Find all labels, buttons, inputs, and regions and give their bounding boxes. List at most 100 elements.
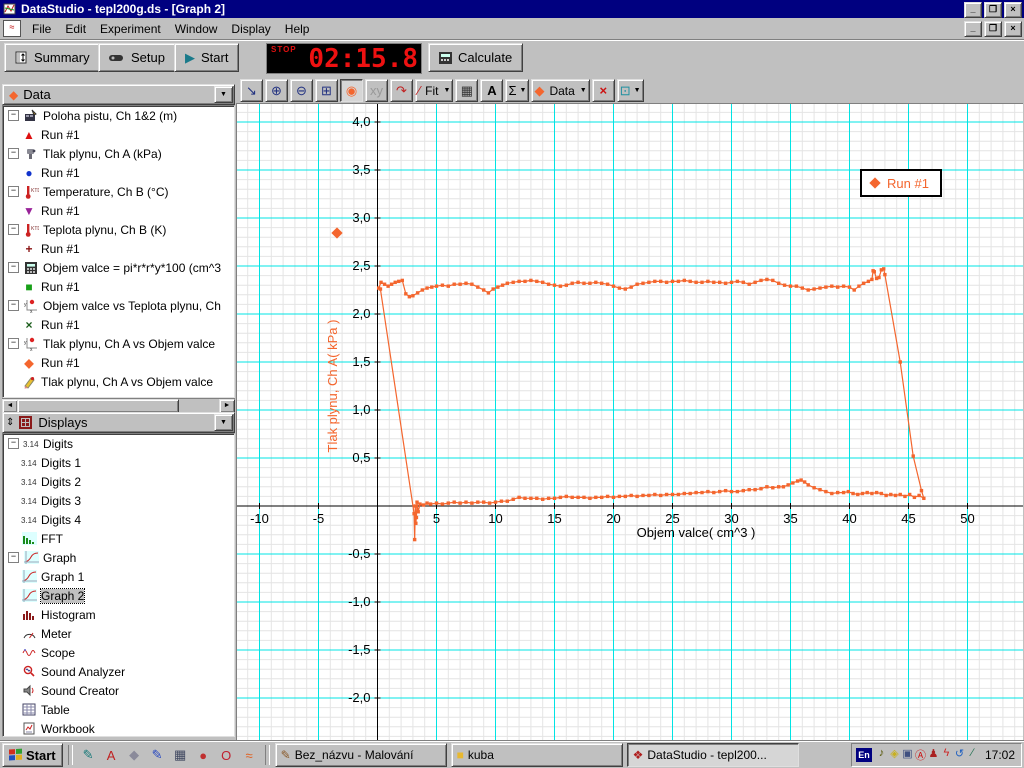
pen-tray-icon[interactable]: ∕ bbox=[966, 747, 979, 763]
tree-item[interactable]: Graph 1 bbox=[3, 567, 234, 586]
tree-item[interactable]: + Run #1 bbox=[3, 239, 234, 258]
tree-item[interactable]: 3.14 Digits 1 bbox=[3, 453, 234, 472]
scroll-left-icon[interactable]: ◄ bbox=[2, 399, 18, 413]
tree-item[interactable]: − KTD Temperature, Ch B (°C) bbox=[3, 182, 234, 201]
collapse-icon[interactable]: − bbox=[8, 300, 19, 311]
minimize-button[interactable]: _ bbox=[964, 2, 982, 18]
displays-panel-header[interactable]: ⇕ Displays ▼ bbox=[2, 412, 235, 433]
acrobat-icon[interactable]: A bbox=[101, 745, 122, 765]
tree-item[interactable]: Scope bbox=[3, 643, 234, 662]
slope-tool-icon[interactable]: xy bbox=[365, 79, 388, 102]
scheduler-icon[interactable]: ▣ bbox=[901, 747, 914, 763]
chart-canvas[interactable]: -10 -5 5 10 15 20 25 30 35 40 45 50 4,0 3,5 3,0 2,5 2,0 1… bbox=[237, 104, 1023, 741]
zoom-out-icon[interactable]: ⊖ bbox=[290, 79, 313, 102]
diamond-icon[interactable]: ◈ bbox=[888, 747, 901, 763]
graph-settings-icon[interactable]: ⊡ ▼ bbox=[616, 79, 644, 102]
scroll-thumb[interactable] bbox=[17, 399, 179, 413]
child-window-icon[interactable]: ≈ bbox=[3, 20, 21, 37]
ati-icon[interactable]: Ⓐ bbox=[914, 747, 927, 763]
collapse-icon[interactable]: − bbox=[8, 262, 19, 273]
tree-item[interactable]: ▲ Run #1 bbox=[3, 125, 234, 144]
collapse-icon[interactable]: − bbox=[8, 186, 19, 197]
zoom-select-icon[interactable]: ⊞ bbox=[315, 79, 338, 102]
tree-item[interactable]: ■ Run #1 bbox=[3, 277, 234, 296]
data-tree-hscrollbar[interactable]: ◄ ► bbox=[2, 398, 235, 413]
tree-item[interactable]: Tlak plynu, Ch A vs Objem valce bbox=[3, 372, 234, 391]
fit-curve-icon[interactable]: ↷ bbox=[390, 79, 413, 102]
tree-item[interactable]: × Run #1 bbox=[3, 315, 234, 334]
tree-item[interactable]: ● Run #1 bbox=[3, 163, 234, 182]
pen-icon[interactable]: ✎ bbox=[147, 745, 168, 765]
tree-item[interactable]: − Poloha pistu, Ch 1&2 (m) bbox=[3, 106, 234, 125]
setup-button[interactable]: Setup bbox=[98, 43, 176, 72]
child-restore-button[interactable]: ❐ bbox=[984, 21, 1002, 37]
menu-edit[interactable]: Edit bbox=[58, 20, 93, 38]
tree-item[interactable]: ▼ Run #1 bbox=[3, 201, 234, 220]
tree-item[interactable]: Workbook bbox=[3, 719, 234, 736]
statistics-icon[interactable]: Σ ▼ bbox=[505, 79, 530, 102]
start-button[interactable]: ▶ Start bbox=[174, 43, 240, 72]
summary-button[interactable]: Summary bbox=[4, 43, 101, 72]
folder-task[interactable]: ■ kuba bbox=[450, 743, 623, 767]
power-icon[interactable]: ϟ bbox=[940, 747, 953, 763]
scale-to-fit-icon[interactable]: ↘ bbox=[240, 79, 263, 102]
tree-item[interactable]: ◆ Run #1 bbox=[3, 353, 234, 372]
menu-window[interactable]: Window bbox=[168, 20, 225, 38]
tree-item[interactable]: 3.14 Digits 4 bbox=[3, 510, 234, 529]
chevron-down-icon[interactable]: ▼ bbox=[580, 87, 587, 94]
tree-item[interactable]: − y x Objem valce vs Teplota plynu, Ch bbox=[3, 296, 234, 315]
tree-item[interactable]: Table bbox=[3, 700, 234, 719]
calculator-icon[interactable]: ▦ bbox=[455, 79, 479, 102]
calculate-button[interactable]: Calculate bbox=[428, 43, 524, 72]
smart-tool-icon[interactable]: ◉ bbox=[340, 79, 363, 102]
collapse-icon[interactable]: − bbox=[8, 438, 19, 449]
opera-icon[interactable]: O bbox=[216, 745, 237, 765]
tree-item[interactable]: 3.14 Digits 2 bbox=[3, 472, 234, 491]
volume-icon[interactable]: ♪ bbox=[875, 747, 888, 763]
close-button[interactable]: × bbox=[1004, 2, 1022, 18]
scroll-right-icon[interactable]: ► bbox=[219, 399, 235, 413]
dragon-icon[interactable]: ● bbox=[193, 745, 214, 765]
tree-item[interactable]: − Tlak plynu, Ch A (kPa) bbox=[3, 144, 234, 163]
menu-help[interactable]: Help bbox=[278, 20, 317, 38]
pane-splitter-icon[interactable]: ⇕ bbox=[6, 417, 14, 428]
collapse-icon[interactable]: − bbox=[8, 224, 19, 235]
child-close-button[interactable]: × bbox=[1004, 21, 1022, 37]
text-tool-icon[interactable]: A bbox=[480, 79, 504, 102]
bird-icon[interactable]: ◆ bbox=[124, 745, 145, 765]
chevron-down-icon[interactable]: ▼ bbox=[634, 87, 641, 94]
calculator-icon[interactable]: ▦ bbox=[170, 745, 191, 765]
tree-item[interactable]: − Graph bbox=[3, 548, 234, 567]
keyboard-layout-badge[interactable]: En bbox=[855, 748, 872, 762]
tree-item[interactable]: 3.14 Digits 3 bbox=[3, 491, 234, 510]
tree-item[interactable]: Graph 2 bbox=[3, 586, 234, 605]
delete-icon[interactable]: × bbox=[591, 79, 615, 102]
tree-item[interactable]: − y x Tlak plynu, Ch A vs Objem valce bbox=[3, 334, 234, 353]
paint-task[interactable]: ✎ Bez_názvu - Malování bbox=[274, 743, 447, 767]
collapse-icon[interactable]: − bbox=[8, 338, 19, 349]
tree-item[interactable]: − Objem valce = pi*r*r*y*100 (cm^3 bbox=[3, 258, 234, 277]
chevron-down-icon[interactable]: ▼ bbox=[444, 87, 451, 94]
menu-file[interactable]: File bbox=[25, 20, 58, 38]
datastudio-task[interactable]: ❖ DataStudio - tepl200... bbox=[626, 743, 799, 767]
data-menu[interactable]: ◆ Data ▼ bbox=[531, 79, 590, 102]
tree-item[interactable]: Sound Creator bbox=[3, 681, 234, 700]
start-menu-button[interactable]: Start bbox=[2, 743, 63, 767]
tree-item[interactable]: − KTD Teplota plynu, Ch B (K) bbox=[3, 220, 234, 239]
tree-item[interactable]: Histogram bbox=[3, 605, 234, 624]
chevron-down-icon[interactable]: ▼ bbox=[520, 87, 527, 94]
tree-item[interactable]: Sound Analyzer bbox=[3, 662, 234, 681]
tree-item[interactable]: −3.14 Digits bbox=[3, 434, 234, 453]
menu-display[interactable]: Display bbox=[224, 20, 277, 38]
notes-icon[interactable]: ✎ bbox=[78, 745, 99, 765]
zoom-in-icon[interactable]: ⊕ bbox=[265, 79, 288, 102]
tree-item[interactable]: Meter bbox=[3, 624, 234, 643]
sync-icon[interactable]: ↺ bbox=[953, 747, 966, 763]
winamp-icon[interactable]: ≈ bbox=[239, 745, 260, 765]
collapse-icon[interactable]: − bbox=[8, 552, 19, 563]
child-minimize-button[interactable]: _ bbox=[964, 21, 982, 37]
agent-icon[interactable]: ♟ bbox=[927, 747, 940, 763]
data-panel-header[interactable]: ◆ Data ▼ bbox=[2, 84, 235, 105]
collapse-icon[interactable]: − bbox=[8, 148, 19, 159]
collapse-icon[interactable]: − bbox=[8, 110, 19, 121]
